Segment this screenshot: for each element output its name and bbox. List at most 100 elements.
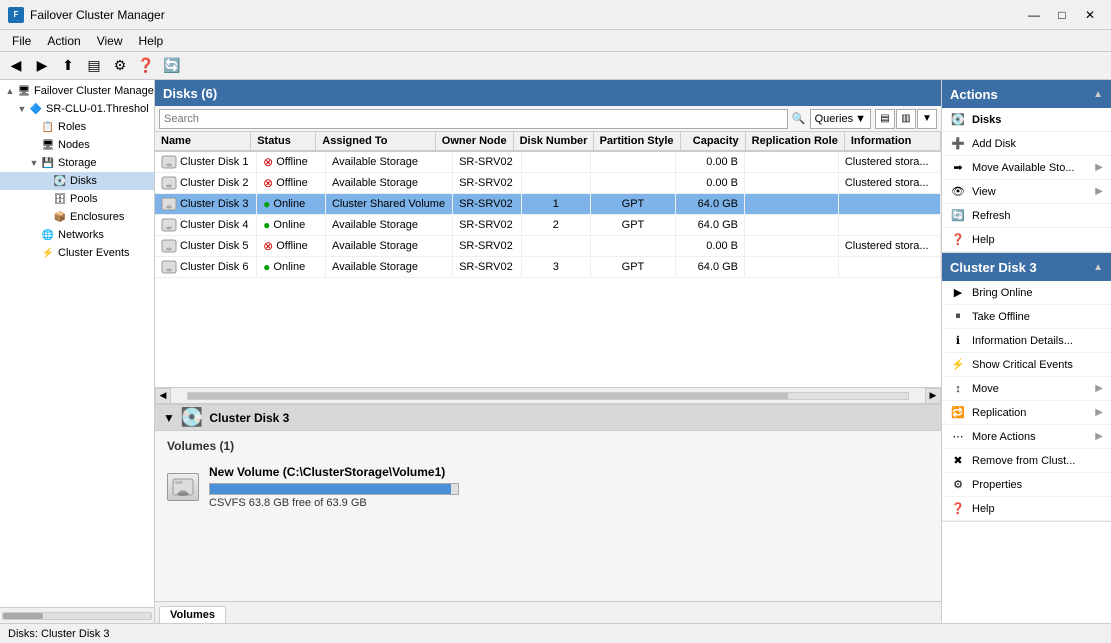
menu-help[interactable]: Help	[131, 32, 172, 50]
toolbar-forward[interactable]: ▶	[30, 54, 54, 78]
bottom-action-label-7: Remove from Clust...	[972, 455, 1103, 467]
toolbar-back[interactable]: ◀	[4, 54, 28, 78]
tree-toggle-4[interactable]: ▼	[28, 158, 40, 168]
scroll-right-arrow[interactable]: ▶	[925, 388, 941, 404]
td-name-5: Cluster Disk 6	[155, 257, 257, 277]
col-header-replication[interactable]: Replication Role	[746, 132, 845, 150]
toolbar-refresh[interactable]: 🔄	[160, 54, 184, 78]
volume-info: New Volume (C:\ClusterStorage\Volume1) C…	[209, 465, 459, 509]
col-header-capacity[interactable]: Capacity	[681, 132, 746, 150]
tree-icon-5: 💽	[52, 173, 68, 189]
top-action-1[interactable]: ➕ Add Disk	[942, 132, 1111, 156]
bottom-action-7[interactable]: ✖ Remove from Clust...	[942, 449, 1111, 473]
hscroll-thumb[interactable]	[188, 393, 788, 399]
scrollbar-thumb[interactable]	[3, 613, 43, 619]
bottom-action-8[interactable]: ⚙ Properties	[942, 473, 1111, 497]
actions-bottom-section: Cluster Disk 3 ▲ ▶ Bring Online ⏸ Take O…	[942, 253, 1111, 522]
bottom-action-label-5: Replication	[972, 407, 1089, 419]
table-row-1[interactable]: Cluster Disk 2 ⊗ Offline Available Stora…	[155, 173, 941, 194]
top-action-2[interactable]: ➡ Move Available Sto... ▶	[942, 156, 1111, 180]
queries-button[interactable]: Queries ▼	[810, 109, 871, 129]
top-action-4[interactable]: 🔄 Refresh	[942, 204, 1111, 228]
top-action-3[interactable]: 👁 View ▶	[942, 180, 1111, 204]
table-row-0[interactable]: Cluster Disk 1 ⊗ Offline Available Stora…	[155, 152, 941, 173]
td-replication-3	[745, 215, 839, 235]
bottom-action-icon-0: ▶	[950, 285, 966, 301]
tree-item-7[interactable]: 📦 Enclosures	[0, 208, 154, 226]
tree-scrollbar[interactable]	[0, 607, 154, 623]
menu-view[interactable]: View	[89, 32, 131, 50]
tree-item-3[interactable]: 🖥 Nodes	[0, 136, 154, 154]
tree-icon-4: 💾	[40, 155, 56, 171]
td-disknum-0	[522, 152, 591, 172]
status-online-icon: ●	[263, 218, 270, 232]
bottom-action-1[interactable]: ⏸ Take Offline	[942, 305, 1111, 329]
tree-item-8[interactable]: 🌐 Networks	[0, 226, 154, 244]
close-button[interactable]: ✕	[1077, 5, 1103, 25]
view-btn-1[interactable]: ▤	[875, 109, 895, 129]
disk-row-icon-1	[161, 175, 177, 191]
minimize-button[interactable]: —	[1021, 5, 1047, 25]
top-action-0[interactable]: 💽 Disks	[942, 108, 1111, 132]
table-row-5[interactable]: Cluster Disk 6 ● Online Available Storag…	[155, 257, 941, 278]
table-row-3[interactable]: Cluster Disk 4 ● Online Available Storag…	[155, 215, 941, 236]
collapse-icon-2[interactable]: ▲	[1093, 262, 1103, 273]
tree-item-6[interactable]: 🗄 Pools	[0, 190, 154, 208]
scrollbar-track[interactable]	[2, 612, 152, 620]
toolbar-help[interactable]: ❓	[134, 54, 158, 78]
col-header-status[interactable]: Status	[251, 132, 316, 150]
maximize-button[interactable]: □	[1049, 5, 1075, 25]
tree-item-0[interactable]: ▲ 🖥 Failover Cluster Manage	[0, 82, 154, 100]
tree-label-0: Failover Cluster Manage	[34, 85, 154, 97]
td-capacity-0: 0.00 B	[676, 152, 745, 172]
col-header-assigned[interactable]: Assigned To	[316, 132, 436, 150]
table-row-4[interactable]: Cluster Disk 5 ⊗ Offline Available Stora…	[155, 236, 941, 257]
bottom-action-icon-4: ↕	[950, 381, 966, 397]
tree-item-1[interactable]: ▼ 🔷 SR-CLU-01.Threshol	[0, 100, 154, 118]
toolbar-show-hide[interactable]: ▤	[82, 54, 106, 78]
bottom-action-4[interactable]: ↕ Move ▶	[942, 377, 1111, 401]
menu-file[interactable]: File	[4, 32, 39, 50]
hscroll-track[interactable]	[187, 392, 909, 400]
disk-hscroll[interactable]: ◀ ▶	[155, 387, 941, 403]
tree-toggle-1[interactable]: ▼	[16, 104, 28, 114]
bottom-action-label-6: More Actions	[972, 431, 1089, 443]
bottom-action-icon-2: ℹ	[950, 333, 966, 349]
detail-collapse-icon[interactable]: ▼	[163, 411, 175, 425]
scroll-left-arrow[interactable]: ◀	[155, 388, 171, 404]
col-header-info[interactable]: Information	[845, 132, 941, 150]
top-action-5[interactable]: ❓ Help	[942, 228, 1111, 252]
bottom-action-3[interactable]: ⚡ Show Critical Events	[942, 353, 1111, 377]
collapse-icon[interactable]: ▲	[1093, 89, 1103, 100]
disk-row-icon-4	[161, 238, 177, 254]
bottom-action-5[interactable]: 🔁 Replication ▶	[942, 401, 1111, 425]
table-row-2[interactable]: Cluster Disk 3 ● Online Cluster Shared V…	[155, 194, 941, 215]
tree-item-4[interactable]: ▼ 💾 Storage	[0, 154, 154, 172]
col-header-owner[interactable]: Owner Node	[436, 132, 514, 150]
col-header-disknum[interactable]: Disk Number	[514, 132, 594, 150]
toolbar-up[interactable]: ⬆	[56, 54, 80, 78]
tree-item-2[interactable]: 📋 Roles	[0, 118, 154, 136]
tab-volumes[interactable]: Volumes	[159, 606, 226, 623]
bottom-action-2[interactable]: ℹ Information Details...	[942, 329, 1111, 353]
top-action-icon-3: 👁	[950, 184, 966, 200]
center-panel: Disks (6) 🔍 Queries ▼ ▤ ▥ ▼ Name Status …	[155, 80, 941, 623]
toolbar-properties[interactable]: ⚙	[108, 54, 132, 78]
bottom-action-label-1: Take Offline	[972, 311, 1103, 323]
tree-item-5[interactable]: 💽 Disks	[0, 172, 154, 190]
col-header-partition[interactable]: Partition Style	[594, 132, 681, 150]
search-input[interactable]	[159, 109, 788, 129]
view-btn-2[interactable]: ▥	[896, 109, 916, 129]
bottom-action-6[interactable]: ⋯ More Actions ▶	[942, 425, 1111, 449]
view-btn-dropdown[interactable]: ▼	[917, 109, 937, 129]
tree-icon-9: ⚡	[40, 245, 56, 261]
bottom-action-0[interactable]: ▶ Bring Online	[942, 281, 1111, 305]
col-header-name[interactable]: Name	[155, 132, 251, 150]
queries-label: Queries	[815, 113, 854, 125]
tree-toggle-0[interactable]: ▲	[4, 86, 16, 96]
status-offline-icon: ⊗	[263, 176, 273, 190]
menu-action[interactable]: Action	[39, 32, 88, 50]
detail-body: Volumes (1) New Volume (C:\ClusterStorag…	[155, 431, 941, 601]
bottom-action-9[interactable]: ❓ Help	[942, 497, 1111, 521]
tree-item-9[interactable]: ⚡ Cluster Events	[0, 244, 154, 262]
